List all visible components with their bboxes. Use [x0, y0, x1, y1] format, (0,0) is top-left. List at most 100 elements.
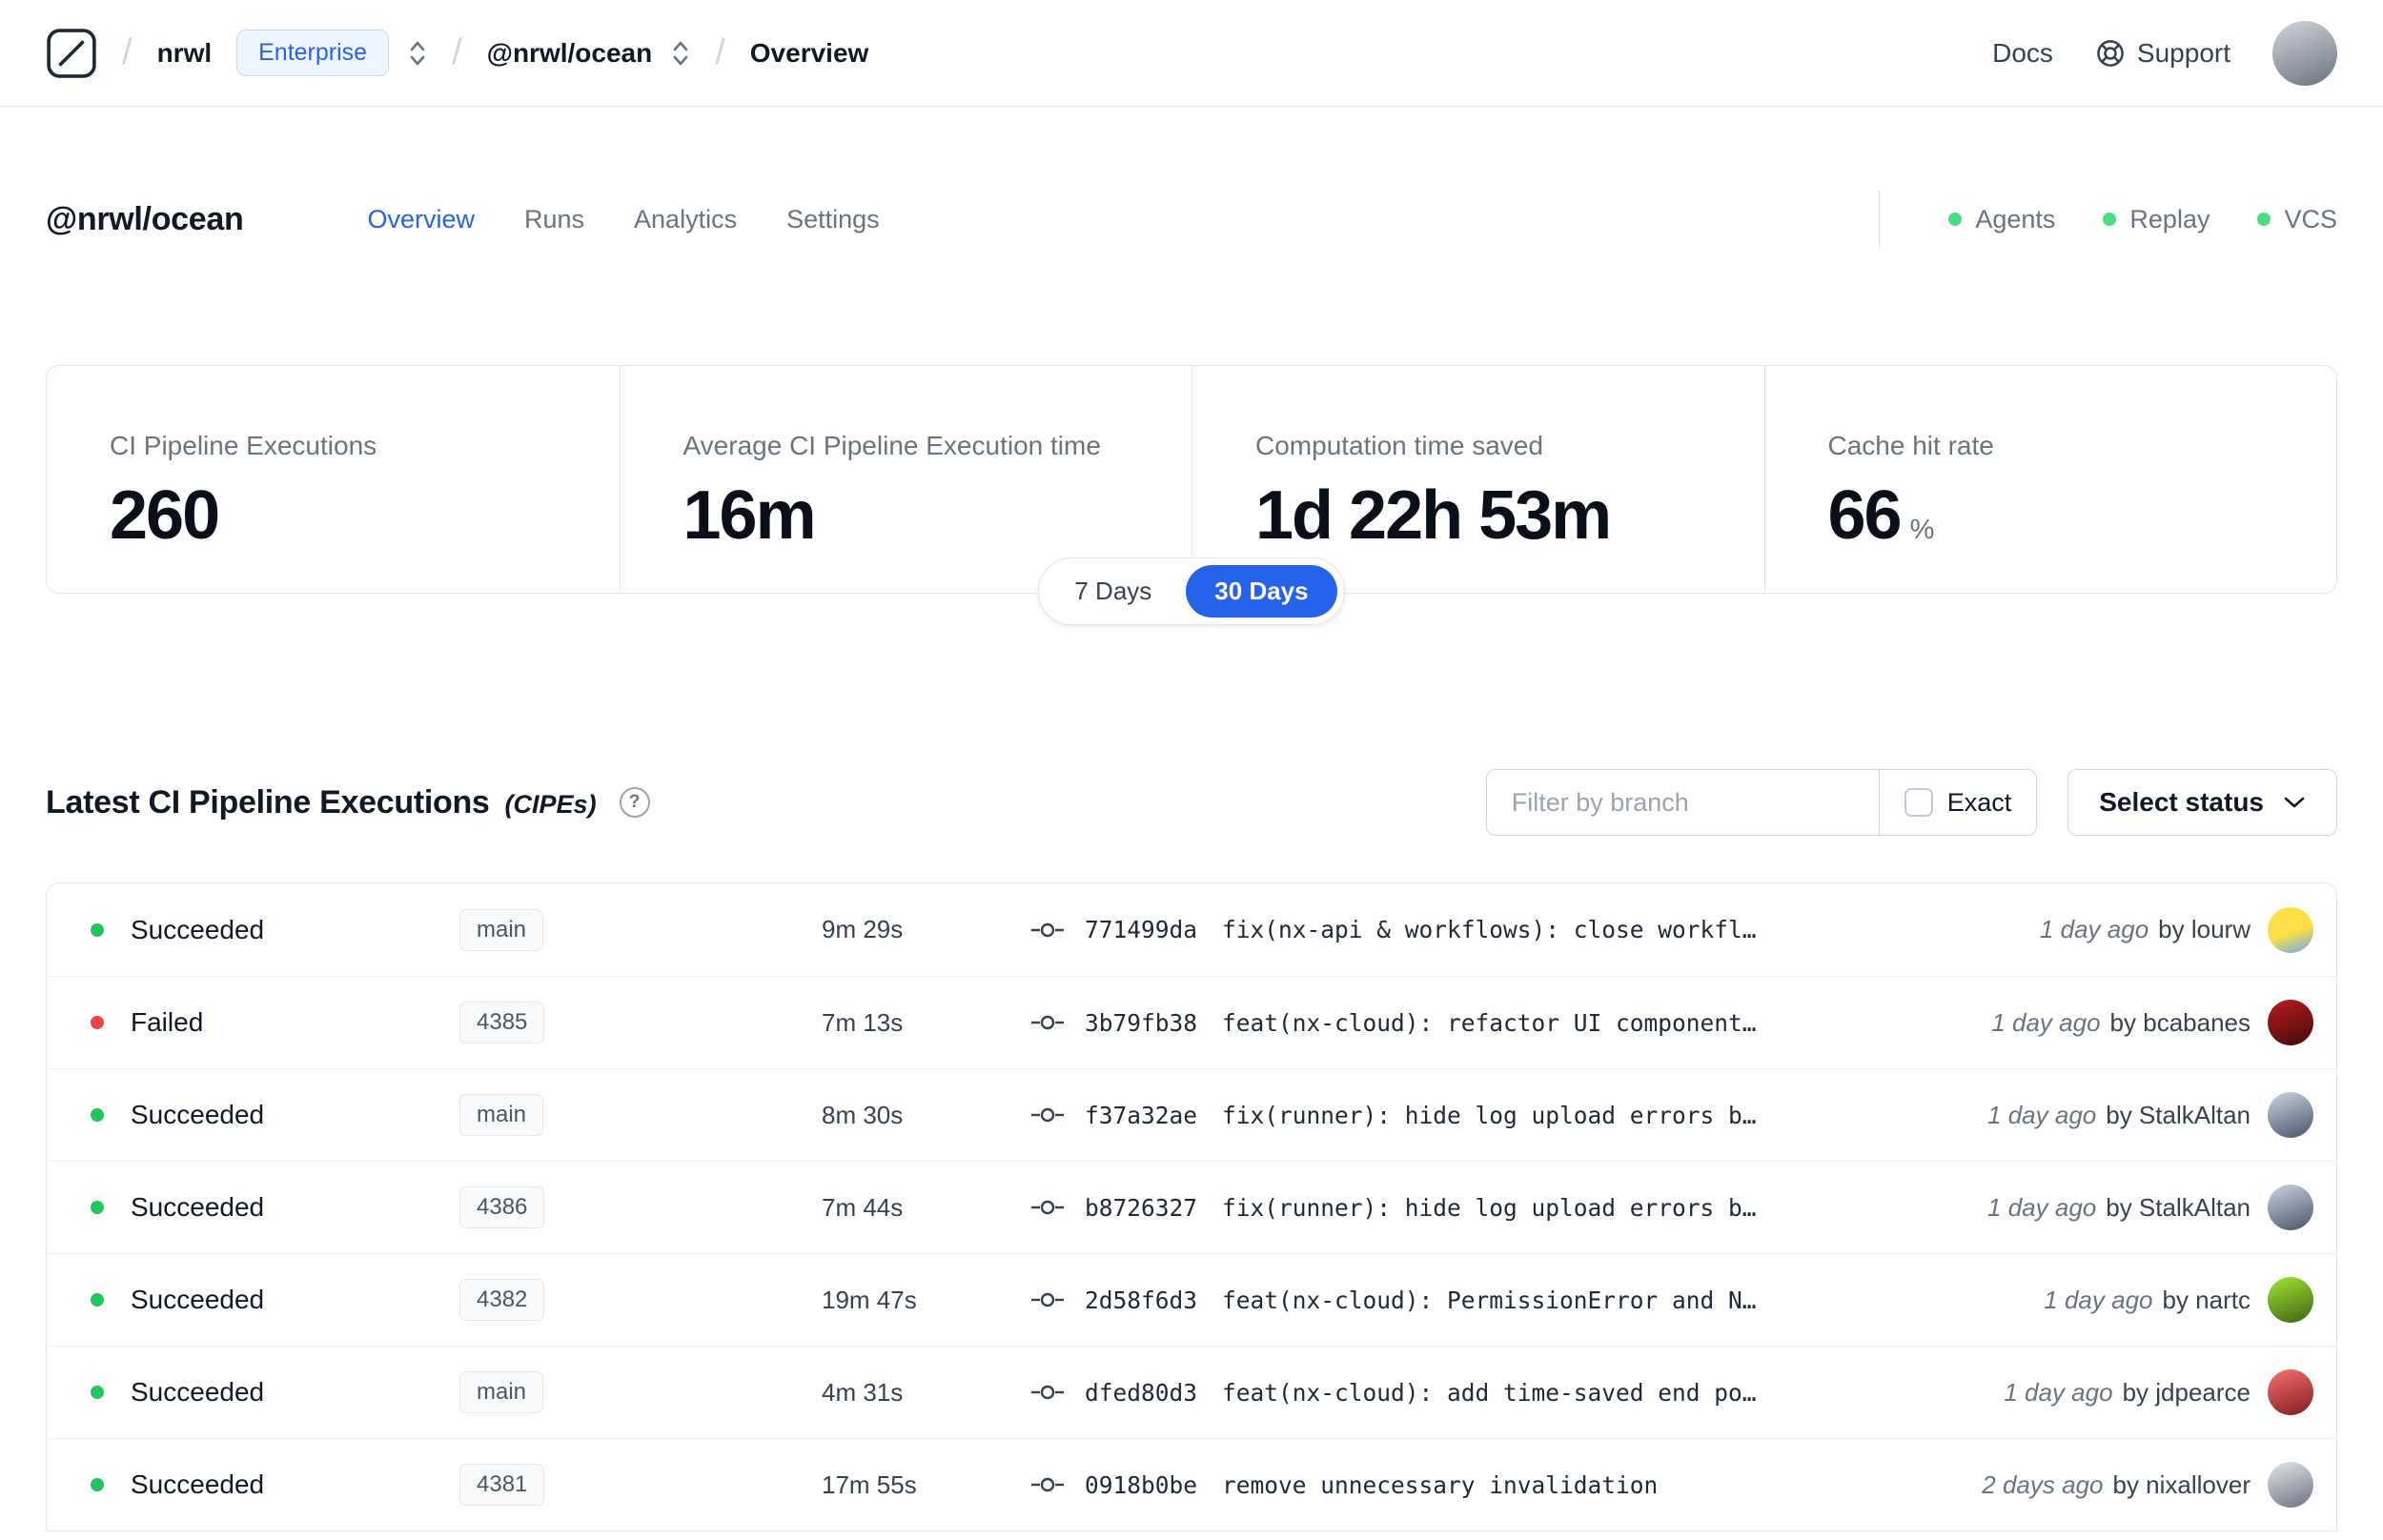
indicator-vcs[interactable]: VCS [2257, 205, 2337, 234]
select-status-button[interactable]: Select status [2067, 769, 2337, 836]
branch-badge[interactable]: 4381 [459, 1464, 545, 1506]
table-row[interactable]: Succeeded main 9m 29s 771499da fix(nx-api… [47, 883, 2336, 976]
branch-badge[interactable]: main [459, 908, 544, 951]
table-row[interactable]: Succeeded 4386 7m 44s b8726327 fix(runner… [47, 1161, 2336, 1253]
commit-hash[interactable]: 771499da [1085, 916, 1197, 943]
range-7days-button[interactable]: 7 Days [1046, 565, 1180, 618]
cipe-duration: 8m 30s [822, 1100, 904, 1129]
cipe-section-header: Latest CI Pipeline Executions (CIPEs) ? … [0, 768, 2383, 837]
tab-analytics[interactable]: Analytics [634, 205, 737, 234]
cipe-status: Succeeded [131, 1100, 265, 1129]
table-row[interactable]: Succeeded 4382 19m 47s 2d58f6d3 feat(nx-c… [47, 1253, 2336, 1346]
table-row[interactable]: Succeeded main 8m 30s f37a32ae fix(runner… [47, 1068, 2336, 1161]
commit-message: feat(nx-cloud): PermissionError and N… [1222, 1286, 1757, 1314]
commit-hash[interactable]: b8726327 [1085, 1194, 1197, 1222]
indicator-agents[interactable]: Agents [1948, 205, 2055, 234]
branch-badge[interactable]: main [459, 1094, 544, 1136]
cipe-time: 1 day ago [2044, 1285, 2153, 1314]
table-row[interactable]: Succeeded 4381 17m 55s 0918b0be remove un… [47, 1438, 2336, 1530]
status-dot-icon [91, 1293, 104, 1307]
branch-filter-group: Exact [1485, 769, 2038, 836]
divider [1879, 190, 1881, 249]
commit-text: dfed80d3 feat(nx-cloud): add time-saved e… [1085, 1379, 2004, 1407]
branch-filter-input[interactable] [1485, 769, 1879, 836]
cipe-status: Succeeded [131, 1469, 265, 1499]
user-avatar[interactable] [2272, 20, 2337, 86]
metric-number: 66 [1827, 477, 1903, 554]
docs-link[interactable]: Docs [1992, 38, 2053, 69]
table-row[interactable]: Failed 4385 7m 13s 3b79fb38 feat(nx-cloud… [47, 976, 2336, 1068]
workspace-tabs: Overview Runs Analytics Settings [367, 205, 879, 234]
cipe-duration: 7m 44s [822, 1192, 904, 1222]
commit-icon [1031, 1475, 1064, 1494]
commit-icon [1031, 1198, 1064, 1217]
cipe-status: Succeeded [131, 1285, 265, 1314]
commit-text: 3b79fb38 feat(nx-cloud): refactor UI comp… [1085, 1009, 1991, 1037]
range-30days-button[interactable]: 30 Days [1186, 565, 1337, 618]
status-dot-icon [91, 1478, 104, 1491]
branch-badge[interactable]: main [459, 1371, 544, 1413]
commit-hash[interactable]: f37a32ae [1085, 1102, 1197, 1129]
branch-badge[interactable]: 4382 [459, 1279, 545, 1321]
table-row[interactable]: Succeeded main 4m 31s dfed80d3 feat(nx-cl… [47, 1346, 2336, 1438]
breadcrumb-page: Overview [749, 37, 869, 68]
org-switcher-icon[interactable] [408, 38, 427, 69]
cipe-duration: 19m 47s [822, 1285, 917, 1314]
exact-checkbox[interactable] [1904, 788, 1933, 817]
branch-badge[interactable]: 4386 [459, 1186, 545, 1228]
topbar: / nrwl Enterprise / @nrwl/ocean / Overvi… [0, 0, 2383, 107]
commit-hash[interactable]: 0918b0be [1085, 1471, 1197, 1499]
status-dot-icon [91, 1201, 104, 1214]
status-dot-icon [91, 922, 104, 937]
cipe-author: by StalkAltan [2106, 1100, 2251, 1129]
workspace-switcher-icon[interactable] [671, 38, 690, 69]
cipe-meta: 1 day ago by jdpearce [2004, 1369, 2313, 1415]
status-dot-icon [91, 1016, 104, 1029]
author-avatar [2268, 1185, 2313, 1230]
commit-text: 2d58f6d3 feat(nx-cloud): PermissionError … [1085, 1287, 2044, 1314]
exact-filter: Exact [1878, 769, 2038, 836]
range-toggle-group: 7 Days 30 Days [1038, 557, 1345, 625]
metric-unit: % [1909, 515, 1935, 545]
help-icon[interactable]: ? [619, 787, 650, 818]
cipe-meta: 1 day ago by StalkAltan [1987, 1092, 2313, 1138]
tab-runs[interactable]: Runs [524, 205, 584, 234]
breadcrumb-org[interactable]: nrwl [157, 38, 213, 69]
commit-message: feat(nx-cloud): refactor UI component… [1222, 1008, 1757, 1037]
app-logo-icon[interactable] [46, 28, 97, 79]
commit-message: fix(runner): hide log upload errors b… [1222, 1193, 1757, 1222]
cipe-time: 1 day ago [2004, 1377, 2113, 1407]
cipe-author: by nixallover [2112, 1469, 2251, 1499]
commit-hash[interactable]: dfed80d3 [1085, 1379, 1197, 1407]
support-link[interactable]: Support [2095, 38, 2230, 69]
cipe-status: Succeeded [131, 1377, 265, 1407]
indicator-replay[interactable]: Replay [2103, 205, 2210, 234]
cipe-filters: Exact Select status [1485, 769, 2337, 836]
commit-icon [1031, 1383, 1064, 1402]
cipe-duration: 7m 13s [822, 1007, 904, 1037]
cipe-author: by lourw [2158, 915, 2251, 943]
author-avatar [2268, 1462, 2313, 1508]
cipe-table: Succeeded main 9m 29s 771499da fix(nx-api… [46, 882, 2337, 1531]
commit-hash[interactable]: 2d58f6d3 [1085, 1287, 1197, 1314]
cipe-meta: 1 day ago by StalkAltan [1987, 1185, 2313, 1230]
cipe-time: 1 day ago [2039, 915, 2149, 943]
commit-message: feat(nx-cloud): add time-saved end po… [1222, 1378, 1757, 1407]
metric-value: 260 [110, 477, 220, 554]
tab-overview[interactable]: Overview [367, 205, 475, 234]
indicator-label: Agents [1975, 204, 2056, 233]
cipe-time: 2 days ago [1982, 1469, 2104, 1499]
tab-settings[interactable]: Settings [786, 205, 880, 234]
support-label: Support [2136, 37, 2230, 68]
branch-badge[interactable]: 4385 [459, 1002, 545, 1044]
green-dot-icon [2103, 213, 2117, 226]
section-subtitle: (CIPEs) [504, 789, 597, 819]
author-avatar [2268, 1092, 2313, 1138]
commit-text: 0918b0be remove unnecessary invalidation [1085, 1471, 1982, 1499]
metric-value: 1d 22h 53m [1255, 477, 1612, 554]
cipe-author: by nartc [2162, 1285, 2251, 1314]
commit-message: remove unnecessary invalidation [1222, 1470, 1659, 1499]
breadcrumb-workspace[interactable]: @nrwl/ocean [487, 38, 653, 69]
commit-hash[interactable]: 3b79fb38 [1085, 1009, 1197, 1037]
author-avatar [2268, 1000, 2313, 1045]
